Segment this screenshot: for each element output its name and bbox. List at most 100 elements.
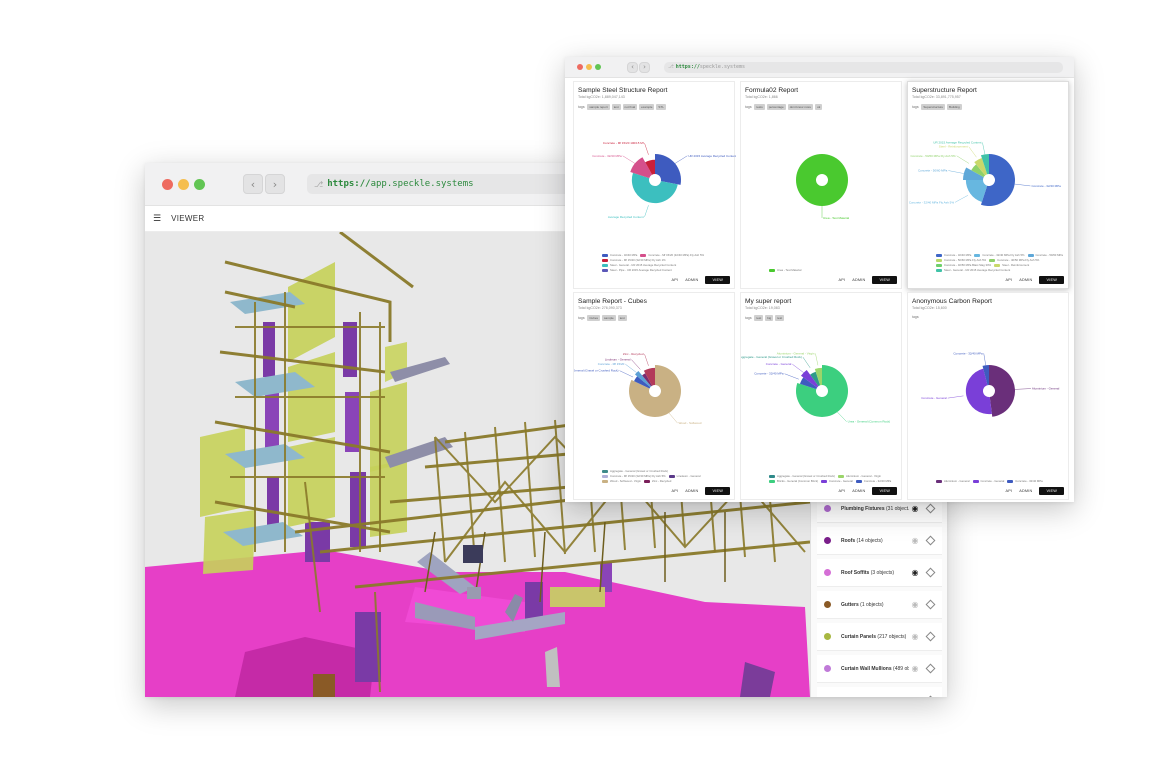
legend-label: Concrete - 32/40 MPa Fly Ash 5% (982, 253, 1025, 257)
close-dot[interactable] (162, 178, 173, 190)
eye-icon[interactable]: ◉ (909, 696, 921, 697)
isolate-icon[interactable] (925, 631, 936, 642)
forward-button[interactable]: › (639, 61, 650, 73)
admin-button[interactable]: ADMIN (1019, 278, 1032, 282)
category-row[interactable]: Curtain Panels (217 objects) ◉ (817, 623, 942, 651)
legend-item[interactable]: Steel - General - UR 2015 Average Recycl… (602, 263, 676, 267)
donut-slice[interactable] (989, 365, 1016, 417)
api-button[interactable]: API (1006, 278, 1013, 282)
category-name: Curtain Panels (217 objects) (841, 633, 907, 640)
menu-icon[interactable]: ☰ (153, 214, 161, 224)
isolate-icon[interactable] (925, 503, 936, 514)
report-card[interactable]: Formula02 Report Total kgCO2e: 1,866 tags:… (740, 81, 902, 289)
legend-item[interactable]: Concrete - 32/40 MPa (602, 253, 637, 257)
legend-label: Urea - Test Material (777, 268, 802, 272)
legend-item[interactable]: Linoleum - General (668, 474, 700, 478)
view-button[interactable]: VIEW (1039, 487, 1064, 495)
legend-item[interactable]: Concrete - 40/50 MPa Blast Slag 30% (936, 263, 991, 267)
legend-item[interactable]: Concrete - General (821, 479, 853, 483)
eye-icon[interactable]: ◉ (909, 600, 921, 609)
legend-item[interactable]: Concrete - 32/40 MPa (936, 253, 971, 257)
legend-swatch (936, 263, 942, 267)
legend-item[interactable]: Concrete - 32/40 MPa Fly Ash 5% (974, 253, 1025, 257)
api-button[interactable]: API (1006, 489, 1013, 493)
slice-leader-line (982, 142, 986, 155)
minimize-dot[interactable] (586, 64, 592, 70)
api-button[interactable]: API (839, 278, 846, 282)
report-card[interactable]: Sample Report - Cubes Total kgCO2e: 276,0… (573, 292, 735, 500)
maximize-dot[interactable] (194, 178, 205, 190)
category-row[interactable]: Curtain Wall Mullions (489 obj...◉ (817, 655, 942, 683)
slice-label: Aggregate - General (Gravel or Crushed R… (574, 369, 619, 373)
isolate-icon[interactable] (925, 535, 936, 546)
legend-item[interactable]: Concrete - Mf 15/20 (32/40 MPa) Fly Ash … (640, 253, 704, 257)
eye-icon[interactable]: ◉ (909, 664, 921, 673)
legend-item[interactable]: Wood - Softwood - Virgin (602, 479, 641, 483)
report-card[interactable]: My super report Total kgCO2e: 19,083 tags:… (740, 292, 902, 500)
report-card[interactable]: Superstructure Report Total kgCO2e: 33,89… (907, 81, 1069, 289)
report-card[interactable]: Anonymous Carbon Report Total kgCO2e: 15,… (907, 292, 1069, 500)
slice-label: UR 2015 Average Recycled Content (933, 140, 981, 144)
api-button[interactable]: API (672, 278, 679, 282)
isolate-icon[interactable] (925, 663, 936, 674)
api-button[interactable]: API (839, 489, 846, 493)
api-button[interactable]: API (672, 489, 679, 493)
isolate-icon[interactable] (925, 567, 936, 578)
back-button[interactable]: ‹ (243, 174, 263, 194)
isolate-icon[interactable] (925, 695, 936, 697)
legend-item[interactable]: Urea - Test Material (769, 268, 801, 272)
report-card[interactable]: Sample Steel Structure Report Total kgCO2… (573, 81, 736, 289)
eye-icon[interactable]: ◉ (909, 632, 921, 641)
category-row[interactable]: ◉ (817, 687, 942, 697)
admin-button[interactable]: ADMIN (852, 278, 865, 282)
legend-item[interactable]: Concrete - General (972, 479, 1004, 483)
legend-item[interactable]: Concrete - 32/40 MPa (1007, 479, 1043, 483)
legend-item[interactable]: Zinc - Recycled (644, 479, 671, 483)
legend-label: Steel - Pipe - UR 2015 Average Recycled … (610, 268, 672, 272)
admin-button[interactable]: ADMIN (685, 489, 698, 493)
legend-swatch (602, 253, 608, 257)
forward-button[interactable]: › (265, 174, 285, 194)
donut-slice[interactable] (796, 154, 848, 206)
category-name: Roof Soffits (3 objects) (841, 569, 895, 576)
category-row[interactable]: Gutters (1 objects) ◉ (817, 591, 942, 619)
legend-label: Aluminium - General - Virgin (845, 474, 882, 478)
slice-label: Concrete - Mf 15/20 100/15 Mf (603, 141, 644, 145)
admin-button[interactable]: ADMIN (1019, 489, 1032, 493)
back-button[interactable]: ‹ (627, 61, 638, 73)
view-button[interactable]: VIEW (872, 276, 897, 284)
legend-item[interactable]: Steel - Pipe - UR 2015 Average Recycled … (602, 268, 672, 272)
reports-url-bar[interactable]: ⎇ https://speckle.systems (664, 61, 1063, 73)
minimize-dot[interactable] (178, 178, 189, 190)
legend-item[interactable]: Concrete - 50/60 MPa Fly Ash 5% (936, 258, 986, 262)
card-actions: API ADMIN VIEW (672, 276, 730, 284)
legend-item[interactable]: Steel - General - UR 2015 Average Recycl… (936, 268, 1010, 272)
view-button[interactable]: VIEW (872, 487, 897, 495)
view-button[interactable]: VIEW (1039, 276, 1064, 284)
legend-item[interactable]: Concrete - 32/40 MPa (855, 479, 891, 483)
eye-icon[interactable]: ◉ (909, 536, 921, 545)
legend-item[interactable]: Bricks - General (Common Brick) (769, 479, 818, 483)
url-scheme: https:// (675, 64, 700, 70)
legend-item[interactable]: Aggregate - General (Gravel or Crushed R… (769, 474, 835, 478)
view-button[interactable]: VIEW (705, 276, 730, 284)
legend-item[interactable]: Concrete - 50/60 MPa (1027, 253, 1063, 257)
category-row[interactable]: Roofs (14 objects) ◉ (817, 527, 942, 555)
view-button[interactable]: VIEW (705, 487, 730, 495)
close-dot[interactable] (577, 64, 583, 70)
legend-item[interactable]: Steel - Reinforcement (994, 263, 1029, 267)
maximize-dot[interactable] (595, 64, 601, 70)
legend-item[interactable]: Aluminium - General - Virgin (837, 474, 882, 478)
category-row[interactable]: Roof Soffits (3 objects) ◉ (817, 559, 942, 587)
donut-slice[interactable] (655, 154, 681, 185)
legend-item[interactable]: Concrete - Mf 15/20 (32/40 MPa) Fly Ash … (602, 474, 666, 478)
eye-icon[interactable]: ◉ (909, 504, 921, 513)
isolate-icon[interactable] (925, 599, 936, 610)
legend-item[interactable]: Aluminium - General (936, 479, 970, 483)
eye-icon[interactable]: ◉ (909, 568, 921, 577)
legend-item[interactable]: Aggregate - General (Gravel or Crushed R… (602, 469, 668, 473)
legend-item[interactable]: Concrete - 40/50 MPa Fly Ash 5% (989, 258, 1039, 262)
legend-item[interactable]: Concrete - Mf 15/20 (32/40 MPa) Fly Ash … (602, 258, 666, 262)
admin-button[interactable]: ADMIN (685, 278, 698, 282)
admin-button[interactable]: ADMIN (852, 489, 865, 493)
